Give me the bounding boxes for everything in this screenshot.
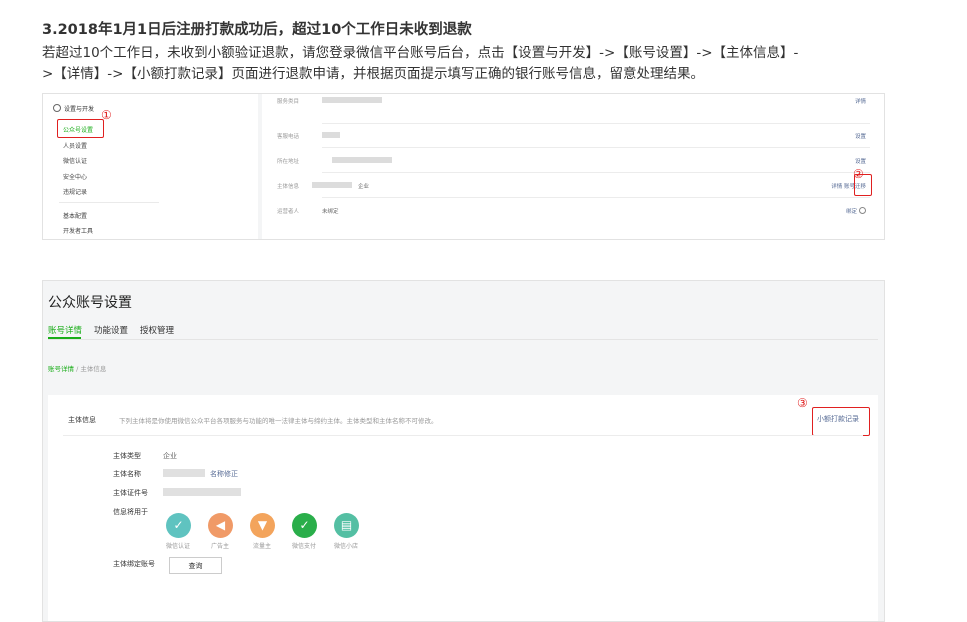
wechat-verify-icon: ✓ [166,513,191,538]
sidebar-item-basic-config[interactable]: 基本配置 [63,211,87,220]
entity-info-card: 主体信息 下列主体将是你使用微信公众平台各项服务与功能的唯一法律主体与缔约主体。… [48,395,878,621]
highlight-box-1 [57,119,104,138]
tab-account-details[interactable]: 账号详情 [48,324,82,336]
divider [63,435,863,436]
set-link[interactable]: 设置 [855,132,866,140]
breadcrumb-account-details[interactable]: 账号详情 [48,365,74,373]
divider [322,172,870,173]
article-paragraph-line2: >【详情】->【小额打款记录】页面进行退款申请，并根据页面提示填写正确的银行账号… [42,66,704,82]
step-marker-2: ② [853,167,864,181]
entity-id-label: 主体证件号 [113,489,148,497]
traffic-host-icon: ▼ [250,513,275,538]
gear-icon [53,104,61,112]
screenshot-settings-menu: 设置与开发 公众号设置 人员设置 微信认证 安全中心 违规记录 基本配置 开发者… [42,93,885,240]
sidebar-item-security[interactable]: 安全中心 [63,172,87,181]
section-label: 主体信息 [68,416,96,424]
set-link[interactable]: 设置 [855,157,866,165]
settings-main-panel: 服务类目 详情 客服电话 设置 所在地址 设置 主体信息 企业 详情 账号迁移 … [262,94,884,239]
entity-name-label: 主体名称 [113,470,141,478]
bind-link[interactable]: 绑定 [846,207,866,215]
divider [322,197,870,198]
section-description: 下列主体将是你使用微信公众平台各项服务与功能的唯一法律主体与缔约主体。主体类型和… [119,417,438,425]
redacted-value [163,488,241,496]
use-label-advertiser: 广告主 [210,543,229,550]
sidebar-item-staff[interactable]: 人员设置 [63,141,87,150]
use-label-pay: 微信支付 [291,543,316,550]
info-use-label: 信息将用于 [113,508,148,516]
sidebar-item-dev-tools[interactable]: 开发者工具 [63,226,93,235]
breadcrumb-current: 主体信息 [80,365,107,373]
highlight-box-3 [812,407,870,436]
entity-type-label: 主体类型 [113,452,141,460]
use-label-traffic: 流量主 [252,543,271,550]
row-operator: 运营者人 未绑定 绑定 [262,201,884,225]
detail-link[interactable]: 详情 [855,97,866,105]
divider [59,202,159,203]
page-title: 公众账号设置 [48,295,132,311]
tab-authorization[interactable]: 授权管理 [140,324,174,336]
redacted-value [163,469,205,477]
screenshot-account-settings: 公众账号设置 账号详情 功能设置 授权管理 账号详情 / 主体信息 主体信息 下… [42,280,885,622]
use-label-verify: 微信认证 [165,543,190,550]
divider [48,339,878,340]
wechat-store-icon: ▤ [334,513,359,538]
tab-feature-settings[interactable]: 功能设置 [94,324,128,336]
help-icon [859,207,866,214]
query-button[interactable]: 查询 [169,557,222,574]
sidebar-group-settings[interactable]: 设置与开发 [53,104,94,113]
article-heading: 3.2018年1月1日后注册打款成功后，超过10个工作日未收到退款 [42,22,472,38]
step-marker-3: ③ [797,396,808,410]
breadcrumb: 账号详情 / 主体信息 [48,365,107,373]
bound-account-label: 主体绑定账号 [113,560,155,568]
settings-sidebar: 设置与开发 公众号设置 人员设置 微信认证 安全中心 违规记录 基本配置 开发者… [43,94,258,239]
advertiser-icon: ◀ [208,513,233,538]
entity-type-value: 企业 [163,452,177,460]
sidebar-item-verification[interactable]: 微信认证 [63,156,87,165]
wechat-pay-icon: ✓ [292,513,317,538]
divider [322,147,870,148]
use-label-store: 微信小店 [333,543,358,550]
step-marker-1: ① [101,108,112,122]
sidebar-item-violations[interactable]: 违规记录 [63,187,87,196]
row-service-category: 服务类目 详情 [277,97,866,105]
divider [322,123,870,124]
article-paragraph-line1: 若超过10个工作日，未收到小额验证退款，请您登录微信平台账号后台，点击【设置与开… [42,45,799,61]
name-correction-link[interactable]: 名称修正 [210,469,238,479]
